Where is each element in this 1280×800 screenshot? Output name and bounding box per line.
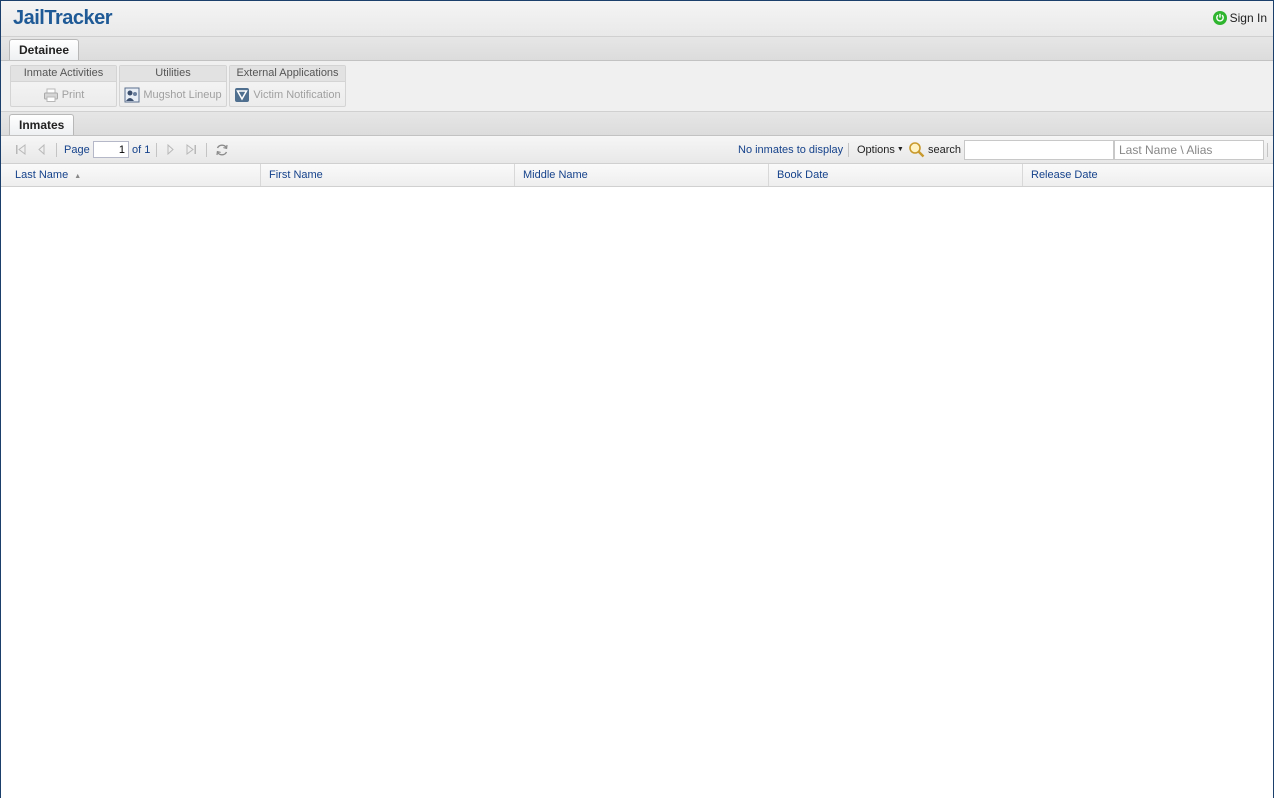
options-label: Options <box>857 143 895 156</box>
mugshot-lineup-label: Mugshot Lineup <box>143 88 222 101</box>
victim-notification-label: Victim Notification <box>253 88 341 101</box>
column-header-release-date[interactable]: Release Date <box>1023 164 1273 186</box>
first-page-icon[interactable] <box>15 136 26 163</box>
separator <box>206 143 207 157</box>
refresh-icon[interactable] <box>215 136 229 163</box>
column-header-last-name[interactable]: Last Name ▲ <box>7 164 261 186</box>
group-utilities: Utilities Mugshot Lineup <box>119 65 227 107</box>
column-label: Last Name <box>15 169 69 181</box>
options-menu-button[interactable]: Options ▼ <box>857 136 904 163</box>
display-status: No inmates to display <box>738 143 844 156</box>
last-name-alias-input[interactable] <box>1114 140 1264 160</box>
mugshot-lineup-button[interactable]: Mugshot Lineup <box>120 82 226 107</box>
column-label: Middle Name <box>523 169 588 181</box>
column-label: First Name <box>269 169 323 181</box>
app-frame: JailTracker Sign In Detainee Inmate Acti… <box>0 0 1274 799</box>
search-button[interactable]: search <box>908 136 961 163</box>
next-page-icon[interactable] <box>166 136 175 163</box>
print-button[interactable]: Print <box>11 82 116 107</box>
action-toolbar: Inmate Activities Print Utilities Mugsho… <box>1 61 1273 112</box>
tab-detainee[interactable]: Detainee <box>9 39 80 60</box>
page-number-input[interactable] <box>93 141 129 158</box>
sub-tabstrip: Inmates <box>1 112 1273 136</box>
mugshot-icon <box>124 87 140 103</box>
column-header-book-date[interactable]: Book Date <box>769 164 1023 186</box>
tab-inmates[interactable]: Inmates <box>9 114 75 135</box>
prev-page-icon[interactable] <box>37 136 46 163</box>
sign-in-button[interactable]: Sign In <box>1212 11 1267 25</box>
inmate-grid-header: Last Name ▲ First Name Middle Name Book … <box>1 164 1273 187</box>
separator <box>56 143 57 157</box>
column-label: Release Date <box>1031 169 1098 181</box>
group-title: External Applications <box>230 66 345 82</box>
group-title: Utilities <box>120 66 226 82</box>
group-external-applications: External Applications Victim Notificatio… <box>229 65 346 107</box>
paging-toolbar: Page of 1 No inmates to display Options … <box>1 136 1273 164</box>
separator <box>1267 143 1268 157</box>
group-inmate-activities: Inmate Activities Print <box>10 65 117 107</box>
search-input[interactable] <box>964 140 1114 160</box>
column-label: Book Date <box>777 169 829 181</box>
separator <box>848 143 849 157</box>
page-label: Page <box>64 143 90 156</box>
victim-notification-button[interactable]: Victim Notification <box>230 82 345 107</box>
printer-icon <box>43 87 59 103</box>
sort-asc-icon: ▲ <box>74 173 82 180</box>
sign-in-label: Sign In <box>1229 11 1267 25</box>
column-header-first-name[interactable]: First Name <box>261 164 515 186</box>
app-logo: JailTracker <box>13 7 113 29</box>
inmate-grid-body <box>1 187 1273 799</box>
vine-icon <box>234 87 250 103</box>
group-title: Inmate Activities <box>11 66 116 82</box>
last-page-icon[interactable] <box>186 136 197 163</box>
column-header-middle-name[interactable]: Middle Name <box>515 164 769 186</box>
power-icon <box>1212 11 1227 25</box>
search-label: search <box>928 143 962 156</box>
page-count-label: of 1 <box>132 143 151 156</box>
print-label: Print <box>61 88 85 101</box>
separator <box>156 143 157 157</box>
chevron-down-icon: ▼ <box>896 146 904 153</box>
main-tabstrip: Detainee <box>1 37 1273 61</box>
app-header: JailTracker Sign In <box>1 1 1273 37</box>
search-icon <box>908 141 925 158</box>
